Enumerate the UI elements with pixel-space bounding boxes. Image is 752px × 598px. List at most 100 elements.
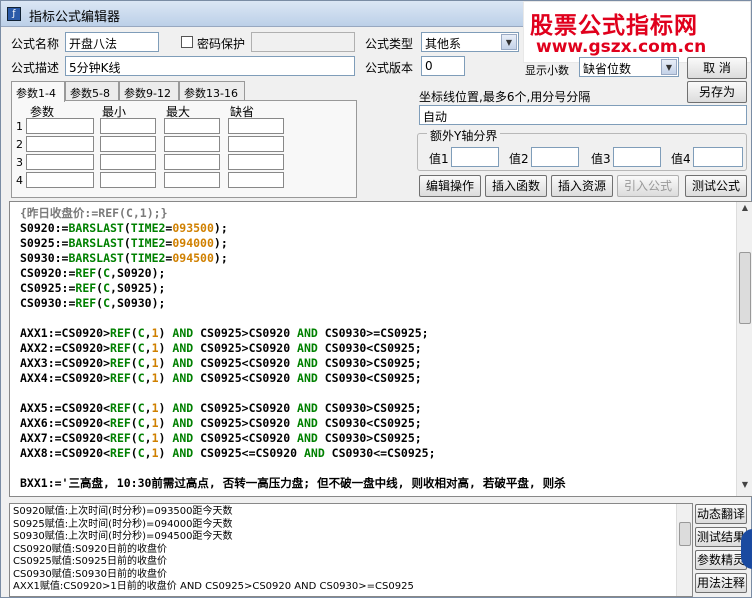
test-formula-button[interactable]: 测试公式 xyxy=(685,175,747,197)
floating-ball-icon[interactable] xyxy=(741,529,752,569)
param-wizard-button[interactable]: 参数精灵 xyxy=(695,550,747,570)
chevron-down-icon: ▼ xyxy=(661,59,677,75)
param-tabs: 参数1-4 参数5-8 参数9-12 参数13-16 xyxy=(11,81,357,102)
formula-editor-window: ƒ 指标公式编辑器 股票公式指标网 www.gszx.com.cn 公式名称 开… xyxy=(0,0,752,598)
code-line: AXX8:=CS0920<REF(C,1) AND CS0925<=CS0920… xyxy=(20,446,436,460)
watermark-title: 股票公式指标网 xyxy=(530,13,698,39)
param-row-number: 1 xyxy=(16,120,23,133)
formula-type-select[interactable]: 其他系 ▼ xyxy=(421,32,519,52)
param-3-max[interactable] xyxy=(164,154,220,170)
code-line: S0930:=BARSLAST(TIME2=094500); xyxy=(20,251,228,265)
tab-params-1-4[interactable]: 参数1-4 xyxy=(11,81,65,102)
code-line: AXX3:=CS0920>REF(C,1) AND CS0925<CS0920 … xyxy=(20,356,422,370)
password-label: 密码保护 xyxy=(197,37,246,51)
cancel-button[interactable]: 取 消 xyxy=(687,57,747,79)
scroll-up-icon[interactable]: ▲ xyxy=(739,203,751,217)
code-line: AXX4:=CS0920>REF(C,1) AND CS0925<CS0920 … xyxy=(20,371,422,385)
code-line: AXX1:=CS0920>REF(C,1) AND CS0925>CS0920 … xyxy=(20,326,429,340)
translation-output[interactable]: S0920赋值:上次时间(时分秒)=093500距今天数 S0925赋值:上次时间… xyxy=(9,503,693,597)
formula-version-label: 公式版本 xyxy=(365,61,414,75)
formula-type-value: 其他系 xyxy=(425,37,462,51)
output-line: CS0930赋值:S0930日前的收盘价 xyxy=(13,568,167,580)
insert-resource-button[interactable]: 插入资源 xyxy=(551,175,613,197)
code-line: S0920:=BARSLAST(TIME2=093500); xyxy=(20,221,228,235)
formula-desc-input[interactable]: 5分钟K线 xyxy=(65,56,355,76)
code-line: AXX7:=CS0920<REF(C,1) AND CS0925<CS0920 … xyxy=(20,431,422,445)
value3-label: 值3 xyxy=(591,152,611,166)
formula-type-label: 公式类型 xyxy=(365,37,414,51)
formula-desc-label: 公式描述 xyxy=(11,61,60,75)
test-result-button[interactable]: 测试结果 xyxy=(695,527,747,547)
output-line: AXX1赋值:CS0920>1日前的收盘价 AND CS0925>CS0920 … xyxy=(13,581,414,592)
param-3-name[interactable] xyxy=(26,154,94,170)
code-line: AXX6:=CS0920<REF(C,1) AND CS0925>CS0920 … xyxy=(20,416,422,430)
param-1-name[interactable] xyxy=(26,118,94,134)
code-editor[interactable]: {昨日收盘价:=REF(C,1);} S0920:=BARSLAST(TIME2=… xyxy=(9,201,752,497)
tab-params-13-16[interactable]: 参数13-16 xyxy=(179,81,245,101)
output-line: CS0925赋值:S0925日前的收盘价 xyxy=(13,556,167,567)
editor-scrollbar[interactable]: ▲ ▼ xyxy=(736,202,752,496)
param-2-min[interactable] xyxy=(100,136,156,152)
param-1-max[interactable] xyxy=(164,118,220,134)
param-4-name[interactable] xyxy=(26,172,94,188)
value4-label: 值4 xyxy=(671,152,691,166)
insert-function-button[interactable]: 插入函数 xyxy=(485,175,547,197)
param-row-number: 4 xyxy=(16,174,23,187)
value1-input[interactable] xyxy=(451,147,499,167)
code-line: CS0930:=REF(C,S0930); xyxy=(20,296,166,310)
param-row-number: 2 xyxy=(16,138,23,151)
formula-version-input[interactable]: 0 xyxy=(421,56,465,76)
output-scrollbar[interactable] xyxy=(676,504,692,596)
axis-lines-input[interactable]: 自动 xyxy=(419,105,747,125)
code-line: BXX1:='三高盘, 10:30前需过高点, 否转一高压力盘; 但不破一盘中线… xyxy=(20,476,566,490)
code-line: {昨日收盘价:=REF(C,1);} xyxy=(20,206,168,220)
param-4-min[interactable] xyxy=(100,172,156,188)
param-4-default[interactable] xyxy=(228,172,284,188)
dynamic-translate-button[interactable]: 动态翻译 xyxy=(695,504,747,524)
edit-operation-button[interactable]: 编辑操作 xyxy=(419,175,481,197)
tab-params-5-8[interactable]: 参数5-8 xyxy=(65,81,119,101)
value2-input[interactable] xyxy=(531,147,579,167)
scroll-thumb[interactable] xyxy=(679,522,691,546)
decimals-label: 显示小数 xyxy=(525,64,569,77)
value4-input[interactable] xyxy=(693,147,743,167)
code-line: AXX2:=CS0920>REF(C,1) AND CS0925>CS0920 … xyxy=(20,341,422,355)
extra-y-axis-title: 额外Y轴分界 xyxy=(427,127,501,144)
scroll-down-icon[interactable]: ▼ xyxy=(739,480,751,494)
param-1-default[interactable] xyxy=(228,118,284,134)
axis-lines-label: 坐标线位置,最多6个,用分号分隔 xyxy=(419,90,591,104)
watermark-logo: 股票公式指标网 www.gszx.com.cn xyxy=(523,1,751,63)
formula-name-input[interactable]: 开盘八法 xyxy=(65,32,159,52)
value3-input[interactable] xyxy=(613,147,661,167)
value2-label: 值2 xyxy=(509,152,529,166)
output-line: CS0920赋值:S0920日前的收盘价 xyxy=(13,543,167,555)
import-formula-button[interactable]: 引入公式 xyxy=(617,175,679,197)
app-icon: ƒ xyxy=(7,7,21,21)
code-line: CS0925:=REF(C,S0925); xyxy=(20,281,166,295)
code-line: CS0920:=REF(C,S0920); xyxy=(20,266,166,280)
param-panel: 参数 最小 最大 缺省 1 2 3 4 xyxy=(11,100,357,198)
watermark-url: www.gszx.com.cn xyxy=(536,37,707,57)
chevron-down-icon: ▼ xyxy=(501,34,517,50)
code-lines: {昨日收盘价:=REF(C,1);} S0920:=BARSLAST(TIME2=… xyxy=(10,202,738,496)
param-3-default[interactable] xyxy=(228,154,284,170)
output-line: S0930赋值:上次时间(时分秒)=094500距今天数 xyxy=(13,531,233,542)
scroll-thumb[interactable] xyxy=(739,252,751,324)
window-title: 指标公式编辑器 xyxy=(29,10,121,25)
save-as-button[interactable]: 另存为 xyxy=(687,81,747,103)
param-2-name[interactable] xyxy=(26,136,94,152)
param-2-max[interactable] xyxy=(164,136,220,152)
param-4-max[interactable] xyxy=(164,172,220,188)
password-checkbox[interactable] xyxy=(181,36,193,48)
param-3-min[interactable] xyxy=(100,154,156,170)
formula-name-label: 公式名称 xyxy=(11,37,60,51)
param-row-number: 3 xyxy=(16,156,23,169)
param-1-min[interactable] xyxy=(100,118,156,134)
param-2-default[interactable] xyxy=(228,136,284,152)
decimals-select[interactable]: 缺省位数 ▼ xyxy=(579,57,679,77)
code-line: S0925:=BARSLAST(TIME2=094000); xyxy=(20,236,228,250)
usage-notes-button[interactable]: 用法注释 xyxy=(695,573,747,593)
tab-params-9-12[interactable]: 参数9-12 xyxy=(119,81,179,101)
password-input[interactable] xyxy=(251,32,355,52)
decimals-value: 缺省位数 xyxy=(583,62,632,76)
